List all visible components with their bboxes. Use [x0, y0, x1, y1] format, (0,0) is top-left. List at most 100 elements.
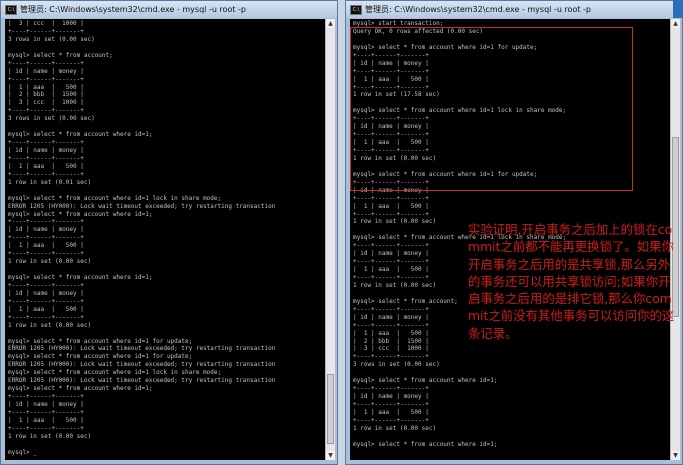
console-line: | 1 | aaa | 500 |: [8, 305, 84, 313]
console-line: 3 rows in set (0.00 sec): [8, 35, 95, 43]
left-scroll-thumb[interactable]: [327, 374, 334, 444]
console-line: +----+------+-------+: [8, 27, 84, 35]
console-line: +----+------+-------+: [8, 218, 84, 226]
console-line: | id | name | money |: [8, 401, 84, 408]
console-line: mysql> select * from account where id=1;: [8, 274, 153, 281]
console-line: | 3 | ccc | 1000 |: [8, 99, 84, 107]
console-line: +----+------+-------+: [353, 416, 429, 424]
console-line: +----+------+-------+: [8, 59, 84, 67]
console-line: | id | name | money |: [8, 67, 84, 75]
console-line: +----+------+-------+: [353, 401, 429, 408]
left-window-title: 管理员: C:\Windows\system32\cmd.exe - mysql…: [20, 5, 246, 14]
edge-tab: [673, 0, 683, 18]
console-line: +----+------+-------+: [8, 234, 84, 242]
console-line: 1 row in set (0.00 sec): [8, 258, 92, 266]
console-line: mysql> select * from account where id=1;: [8, 131, 153, 139]
console-line: | id | name | money |: [353, 186, 429, 194]
left-console-output: | 3 | ccc | 1000 | +----+------+-------+ 3…: [5, 19, 326, 457]
left-cmd-window[interactable]: C:\ 管理员: C:\Windows\system32\cmd.exe - my…: [0, 0, 338, 465]
console-line: +----+------+-------+: [353, 194, 429, 202]
console-line: 1 row in set (0.01 sec): [8, 178, 92, 186]
console-line: +----+------+-------+: [353, 147, 429, 154]
console-line: | id | name | money |: [8, 147, 84, 154]
console-line: 1 row in set (0.00 sec): [353, 424, 437, 432]
console-line: | 1 | aaa | 500 |: [8, 162, 84, 170]
console-line: mysql> select * from account where id=1 …: [353, 43, 538, 51]
cmd-icon: C:\: [350, 4, 362, 15]
console-line: ERROR 1205 (HY000): Lock wait timeout ex…: [8, 345, 276, 353]
console-line: +----+------+-------+: [8, 424, 84, 432]
console-line: | 1 | aaa | 500 |: [353, 202, 429, 210]
console-line: mysql> select * from account where id=1 …: [8, 194, 222, 202]
console-line: | id | name | money |: [8, 226, 84, 234]
console-line: 3 rows in set (0.00 sec): [353, 361, 440, 369]
console-line: mysql> start transaction;: [353, 20, 444, 27]
console-line: | 3 | ccc | 1000 |: [353, 345, 429, 353]
console-line: | id | name | money |: [353, 59, 429, 67]
console-line: | 1 | aaa | 500 |: [353, 75, 429, 83]
arrow-down-icon[interactable]: ▼: [326, 451, 335, 460]
arrow-up-icon[interactable]: ▲: [671, 19, 680, 28]
console-line: | 1 | aaa | 500 |: [8, 242, 84, 250]
console-line: +----+------+-------+: [353, 210, 429, 218]
console-line: 1 row in set (17.58 sec): [353, 91, 440, 99]
console-line: +----+------+-------+: [8, 107, 84, 115]
console-line: mysql> select * from account where id=1 …: [8, 337, 193, 345]
console-line: +----+------+-------+: [8, 281, 84, 289]
console-line: | id | name | money |: [8, 289, 84, 297]
console-line: mysql> select * from account where id=1;: [353, 440, 498, 448]
console-line: mysql> select * from account where id=1;: [8, 210, 153, 218]
console-line: +----+------+-------+: [8, 408, 84, 416]
console-line: | id | name | money |: [353, 393, 429, 401]
console-line: ERROR 1205 (HY000): Lock wait timeout ex…: [8, 377, 276, 385]
console-line: | 1 | aaa | 500 |: [353, 139, 429, 147]
console-line: | id | name | money |: [353, 123, 429, 131]
console-line: ERROR 1205 (HY000): Lock wait timeout ex…: [8, 361, 276, 369]
console-line: +----+------+-------+: [353, 385, 429, 393]
console-line: | 3 | ccc | 1000 |: [8, 20, 84, 27]
console-line: ERROR 1205 (HY000): Lock wait timeout ex…: [8, 202, 276, 210]
console-line: +----+------+-------+: [353, 131, 429, 139]
console-line: +----+------+-------+: [8, 75, 84, 83]
console-line: mysql> select * from account where id=1;: [8, 385, 153, 393]
left-scrollbar[interactable]: ▲ ▼: [325, 19, 335, 460]
console-line: +----+------+-------+: [353, 353, 429, 361]
arrow-down-icon[interactable]: ▼: [671, 451, 680, 460]
console-line: +----+------+-------+: [353, 83, 429, 91]
console-line: +----+------+-------+: [8, 170, 84, 178]
console-line: 1 row in set (0.00 sec): [8, 321, 92, 329]
arrow-up-icon[interactable]: ▲: [326, 19, 335, 28]
console-line: mysql> select * from account;: [8, 51, 113, 59]
console-line: +----+------+-------+: [8, 393, 84, 401]
console-line: +----+------+-------+: [8, 154, 84, 162]
console-line: +----+------+-------+: [8, 313, 84, 321]
right-title-bar[interactable]: C:\ 管理员: C:\Windows\system32\cmd.exe - my…: [346, 1, 682, 18]
console-line: +----+------+-------+: [8, 250, 84, 258]
console-line: mysql> select * from account where id=1 …: [8, 353, 193, 361]
console-line: | 1 | aaa | 500 |: [8, 83, 84, 91]
console-line: +----+------+-------+: [353, 67, 429, 75]
console-line: +----+------+-------+: [8, 297, 84, 305]
console-line: +----+------+-------+: [353, 115, 429, 123]
console-line: +----+------+-------+: [353, 51, 429, 59]
left-title-bar[interactable]: C:\ 管理员: C:\Windows\system32\cmd.exe - my…: [1, 1, 337, 18]
console-line: mysql> select * from account where id=1;: [353, 377, 498, 385]
console-line: mysql> _: [8, 448, 37, 456]
console-line: | 2 | bbb | 1500 |: [8, 91, 84, 99]
console-line: 3 rows in set (0.00 sec): [8, 115, 95, 123]
left-console[interactable]: | 3 | ccc | 1000 | +----+------+-------+ 3…: [5, 19, 326, 460]
annotation-text: 实验证明,开启事务之后加上的锁在commit之前都不能再更换锁了。如果你开启事务…: [468, 222, 675, 341]
console-line: mysql> select * from account where id=1 …: [8, 369, 222, 377]
console-line: mysql> select * from account where id=1 …: [353, 170, 538, 178]
console-line: 1 row in set (0.00 sec): [8, 432, 92, 440]
